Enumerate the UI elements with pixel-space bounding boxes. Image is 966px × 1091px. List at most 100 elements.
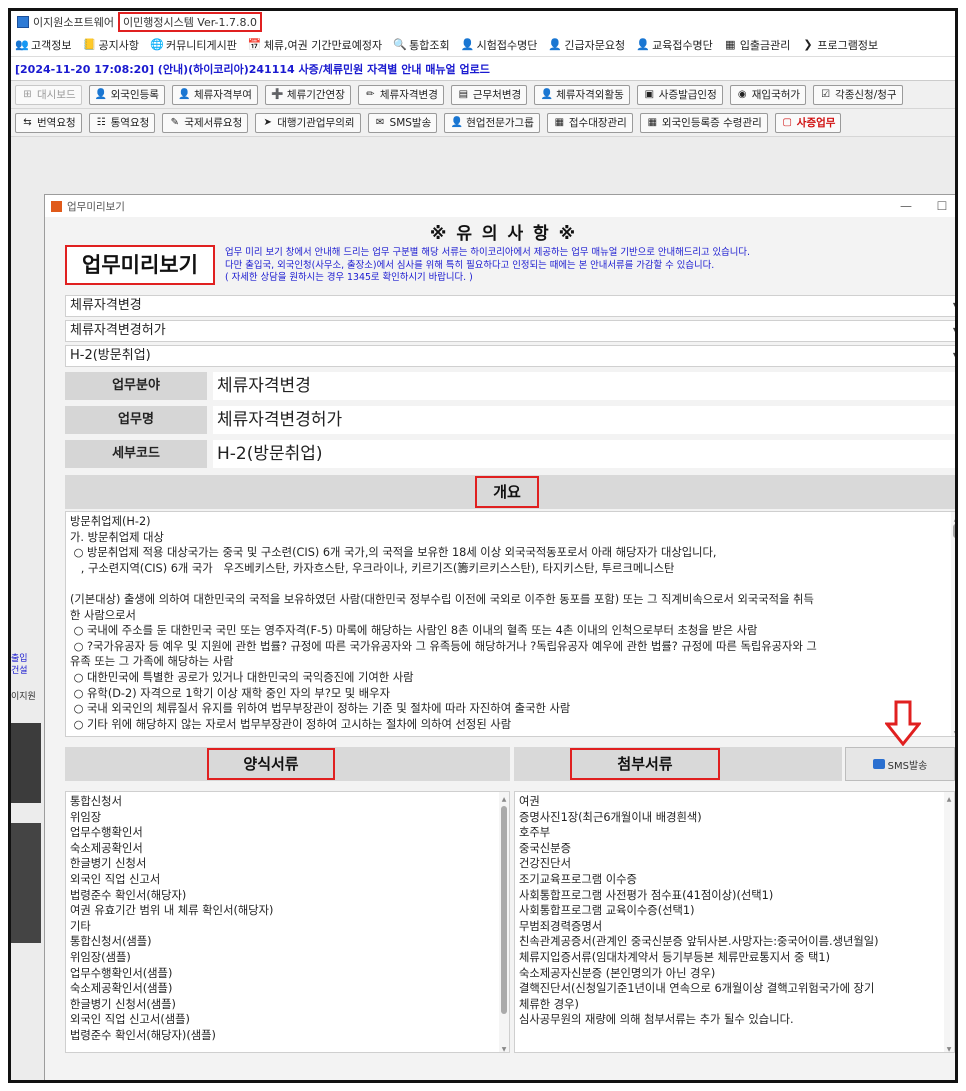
field-label: 업무명 xyxy=(65,406,207,434)
toolbar2-button-4[interactable]: ✉ SMS발송 xyxy=(367,112,438,133)
toolbar2-button-8[interactable]: ▢ 사증업무 xyxy=(774,112,842,133)
attachments-label: 첨부서류 xyxy=(570,748,720,780)
toolbar1-button-8[interactable]: ◉ 재입국허가 xyxy=(729,84,807,105)
list-item: 건강진단서 xyxy=(519,857,571,871)
workplace-icon: ▤ xyxy=(458,89,469,100)
list-item: 심사공무원의 재량에 의해 첨부서류는 추가 될수 있습니다. xyxy=(519,1013,794,1027)
toolbar1-button-label: 외국인등록 xyxy=(110,89,159,101)
scroll-thumb[interactable] xyxy=(953,524,955,538)
toolbar2-button-label: 번역요청 xyxy=(37,117,76,129)
menu-item-6[interactable]: 👤 긴급자문요청 xyxy=(548,37,625,53)
menu-item-0[interactable]: 👥 고객정보 xyxy=(15,37,71,53)
toolbar1-button-1[interactable]: 👤 외국인등록 xyxy=(88,84,165,105)
menu-item-1[interactable]: 📒 공지사항 xyxy=(82,37,138,53)
toolbar2-button-1[interactable]: ☷ 통역요청 xyxy=(88,112,156,133)
person-edu-icon: 👤 xyxy=(636,38,650,51)
menu-item-2[interactable]: 🌐 커뮤니티게시판 xyxy=(150,37,237,53)
background-photo xyxy=(11,723,41,803)
calendar-icon: 📅 xyxy=(247,38,262,51)
list-item: 위임장(샘플) xyxy=(70,950,131,964)
list-item: 숙소제공확인서 xyxy=(70,841,143,855)
overview-scrollbar[interactable]: ▲ ▼ xyxy=(951,512,955,736)
toolbar1-button-6[interactable]: 👤 체류자격외활동 xyxy=(534,84,630,105)
forms-list[interactable]: 통합신청서 위임장 업무수행확인서 숙소제공확인서 한글병기 신청서 외국인 직업 신고서… xyxy=(65,791,510,1053)
attachments-scrollbar[interactable]: ▲ ▼ xyxy=(944,792,954,1052)
menu-item-label: 체류,여권 기간만료예정자 xyxy=(263,38,383,52)
person-alert-icon: 👤 xyxy=(548,38,563,51)
toolbar2-button-label: 외국인등록증 수령관리 xyxy=(661,117,762,129)
minimize-icon[interactable]: — xyxy=(888,199,924,213)
arrow-icon: ❯ xyxy=(803,38,813,51)
overview-line: ○ 기타 위에 해당하지 않는 자로서 법무부장관이 정하여 고시하는 절차에 … xyxy=(70,717,512,731)
menu-item-5[interactable]: 👤 시험접수명단 xyxy=(461,37,538,53)
category-select[interactable]: 체류자격변경 ▼ xyxy=(65,295,955,317)
caution-line: ( 자세한 상담을 원하시는 경우 1345로 확인하시기 바랍니다. ) xyxy=(225,272,473,283)
menu-item-9[interactable]: ❯ 프로그램정보 xyxy=(801,37,878,53)
menu-item-7[interactable]: 👤 교육접수명단 xyxy=(636,37,713,53)
toolbar1-button-2[interactable]: 👤 체류자격부여 xyxy=(171,84,258,105)
chevron-down-icon: ▼ xyxy=(953,321,955,341)
list-item: 통합신청서 xyxy=(70,795,122,808)
task-select[interactable]: 체류자격변경허가 ▼ xyxy=(65,320,955,342)
forms-label: 양식서류 xyxy=(207,748,335,780)
overview-line: ○ 국내 외국인의 체류질서 유지를 위하여 법무부장관이 정하는 기준 및 절… xyxy=(70,702,571,716)
toolbar2-button-3[interactable]: ➤ 대행기관업무의뢰 xyxy=(255,112,361,133)
scroll-up-icon[interactable]: ▲ xyxy=(944,792,954,803)
toolbar1-button-9[interactable]: ☑ 각종신청/청구 xyxy=(813,84,903,105)
scroll-thumb[interactable] xyxy=(501,806,507,1014)
menu-item-label: 커뮤니티게시판 xyxy=(165,38,237,52)
list-item: 한글병기 신청서(샘플) xyxy=(70,997,176,1011)
dialog-app-icon xyxy=(51,200,62,212)
arrow-down-icon xyxy=(885,700,921,746)
sms-send-button[interactable]: SMS발송 xyxy=(845,747,955,781)
main-menubar: 👥 고객정보 📒 공지사항 🌐 커뮤니티게시판 📅 체류,여권 기간만료예정자 🔍 통합조회 👤 시험… xyxy=(11,33,955,57)
app-window: 이지원소프트웨어 이민행정시스템 Ver-1.7.8.0 👥 고객정보 📒 공지사항 🌐… xyxy=(8,8,958,1083)
toolbar2-button-0[interactable]: ⇆ 번역요청 xyxy=(15,112,82,133)
list-item: 중국신분증 xyxy=(519,841,571,855)
scroll-down-icon[interactable]: ▼ xyxy=(944,1042,954,1052)
field-label: 세부코드 xyxy=(65,440,207,468)
caution-body: 업무 미리 보기 창에서 안내해 드리는 업무 구분별 해당 서류는 하이코리아… xyxy=(225,247,945,285)
menu-item-label: 고객정보 xyxy=(31,38,72,52)
code-select[interactable]: H-2(방문취업) ▼ xyxy=(65,345,955,367)
maximize-icon[interactable]: ☐ xyxy=(924,199,955,213)
menu-item-8[interactable]: ▦ 입출금관리 xyxy=(724,37,790,53)
reentry-icon: ◉ xyxy=(737,89,747,100)
scroll-down-icon[interactable]: ▼ xyxy=(499,1042,509,1052)
list-item: 업무수행확인서(샘플) xyxy=(70,966,173,980)
overview-text[interactable]: 방문취업제(H-2) 가. 방문취업제 대상 ○ 방문취업제 적용 대상국가는 중… xyxy=(65,511,955,737)
code-select-value: H-2(방문취업) xyxy=(70,348,151,363)
menu-item-label: 프로그램정보 xyxy=(817,38,879,52)
scroll-up-icon[interactable]: ▲ xyxy=(499,792,509,803)
left-strip-label: 이지원 xyxy=(11,692,36,702)
notice-banner[interactable]: [2024-11-20 17:08:20] (안내)(하이코리아)241114 … xyxy=(11,57,955,81)
toolbar1-button-4[interactable]: ✏ 체류자격변경 xyxy=(357,84,444,105)
menu-item-4[interactable]: 🔍 통합조회 xyxy=(393,37,449,53)
list-item: 법령준수 확인서(해당자)(샘플) xyxy=(70,1028,216,1042)
toolbar1-button-5[interactable]: ▤ 근무처변경 xyxy=(450,84,528,105)
caution-title: ※ 유 의 사 항 ※ xyxy=(429,224,578,244)
toolbar1-button-label: 근무처변경 xyxy=(472,89,522,101)
toolbar1-button-7[interactable]: ▣ 사증발급인정 xyxy=(636,84,723,105)
toolbar2-button-7[interactable]: ▦ 외국인등록증 수령관리 xyxy=(639,112,768,133)
field-row-code: 세부코드 H-2(방문취업) xyxy=(65,440,955,468)
person-register-icon: 👤 xyxy=(94,89,108,100)
toolbar1-button-3[interactable]: ➕ 체류기간연장 xyxy=(264,84,351,105)
toolbar2-button-5[interactable]: 👤 현업전문가그룹 xyxy=(444,112,540,133)
sms-icon: ✉ xyxy=(375,117,385,128)
attachments-list[interactable]: 여권 증명사진1장(최근6개월이내 배경흰색) 호주부 중국신분증 건강진단서 조기교육프… xyxy=(514,791,955,1053)
list-item: 기타 xyxy=(70,919,91,933)
checklist-icon: ☑ xyxy=(821,89,831,100)
toolbar1-button-label: 체류자격변경 xyxy=(379,89,438,101)
person-icon: 👤 xyxy=(460,38,475,51)
toolbar2-button-6[interactable]: ▦ 접수대장관리 xyxy=(546,112,633,133)
menu-item-3[interactable]: 📅 체류,여권 기간만료예정자 xyxy=(248,37,382,53)
toolbar2-button-2[interactable]: ✎ 국제서류요청 xyxy=(162,112,249,133)
forms-scrollbar[interactable]: ▲ ▼ xyxy=(499,792,509,1052)
scroll-up-icon[interactable]: ▲ xyxy=(951,512,955,523)
caution-line: 업무 미리 보기 창에서 안내해 드리는 업무 구분별 해당 서류는 하이코리아… xyxy=(225,247,751,258)
menu-item-label: 통합조회 xyxy=(409,38,450,52)
scroll-down-icon[interactable]: ▼ xyxy=(951,726,955,736)
expert-group-icon: 👤 xyxy=(450,117,463,128)
globe-icon: 🌐 xyxy=(149,38,164,51)
